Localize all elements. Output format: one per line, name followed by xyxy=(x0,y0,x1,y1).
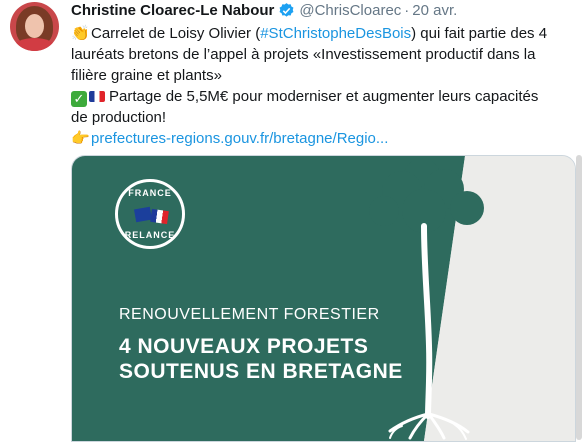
clapping-hands-icon: 👏 xyxy=(71,25,90,42)
verified-badge-icon xyxy=(279,2,294,17)
avatar-face xyxy=(25,14,44,38)
line1-suffix: ) qui fait partie des 4 xyxy=(411,25,548,42)
tweet-date[interactable]: 20 avr. xyxy=(412,2,457,19)
tweet-line-4: ✓ Partage de 5,5M€ pour moderniser et aug… xyxy=(71,86,577,107)
scrollbar[interactable] xyxy=(576,155,582,440)
article-link[interactable]: prefectures-regions.gouv.fr/bretagne/Reg… xyxy=(91,130,388,147)
author-name[interactable]: Christine Cloarec-Le Nabour xyxy=(71,2,274,19)
link-preview-card[interactable]: FRANCE RELANCE RENOUVELLEMENT FORESTIER … xyxy=(71,155,576,442)
france-relance-logo: FRANCE RELANCE xyxy=(115,179,185,249)
author-avatar[interactable] xyxy=(10,2,59,51)
tweet-line-2: lauréats bretons de l’appel à projets «I… xyxy=(71,46,536,63)
avatar-shirt xyxy=(13,38,56,51)
line4-text: Partage de 5,5M€ pour moderniser et augm… xyxy=(109,88,539,105)
check-mark-icon: ✓ xyxy=(71,91,87,107)
badge-flags-icon xyxy=(133,206,169,225)
tweet-content: Christine Cloarec-Le Nabour @ChrisCloare… xyxy=(71,0,577,149)
badge-top-text: FRANCE xyxy=(128,188,172,198)
tweet-line-3: filière graine et plants» xyxy=(71,67,222,84)
author-handle[interactable]: @ChrisCloarec xyxy=(299,2,401,19)
france-flag-icon xyxy=(89,91,105,102)
badge-bottom-text: RELANCE xyxy=(124,230,176,240)
tweet-line-6: 👉prefectures-regions.gouv.fr/bretagne/Re… xyxy=(71,128,577,149)
card-kicker: RENOUVELLEMENT FORESTIER xyxy=(119,306,380,323)
line1-prefix: Carrelet de Loisy Olivier ( xyxy=(91,25,261,42)
france-flag-icon xyxy=(150,208,169,225)
hashtag-link[interactable]: #StChristopheDesBois xyxy=(260,25,411,42)
tweet-header: Christine Cloarec-Le Nabour @ChrisCloare… xyxy=(71,0,577,20)
header-separator: · xyxy=(404,1,410,19)
tweet-line-5: de production! xyxy=(71,109,167,126)
tweet-line-1: 👏Carrelet de Loisy Olivier (#StChristoph… xyxy=(71,23,577,44)
pointing-hand-icon: 👉 xyxy=(71,130,90,147)
headline-line-1: 4 NOUVEAUX PROJETS xyxy=(119,335,369,358)
tweet-text: 👏Carrelet de Loisy Olivier (#StChristoph… xyxy=(71,23,577,149)
headline-line-2: SOUTENUS EN BRETAGNE xyxy=(119,360,403,383)
card-headline: 4 NOUVEAUX PROJETS SOUTENUS EN BRETAGNE xyxy=(119,334,403,384)
